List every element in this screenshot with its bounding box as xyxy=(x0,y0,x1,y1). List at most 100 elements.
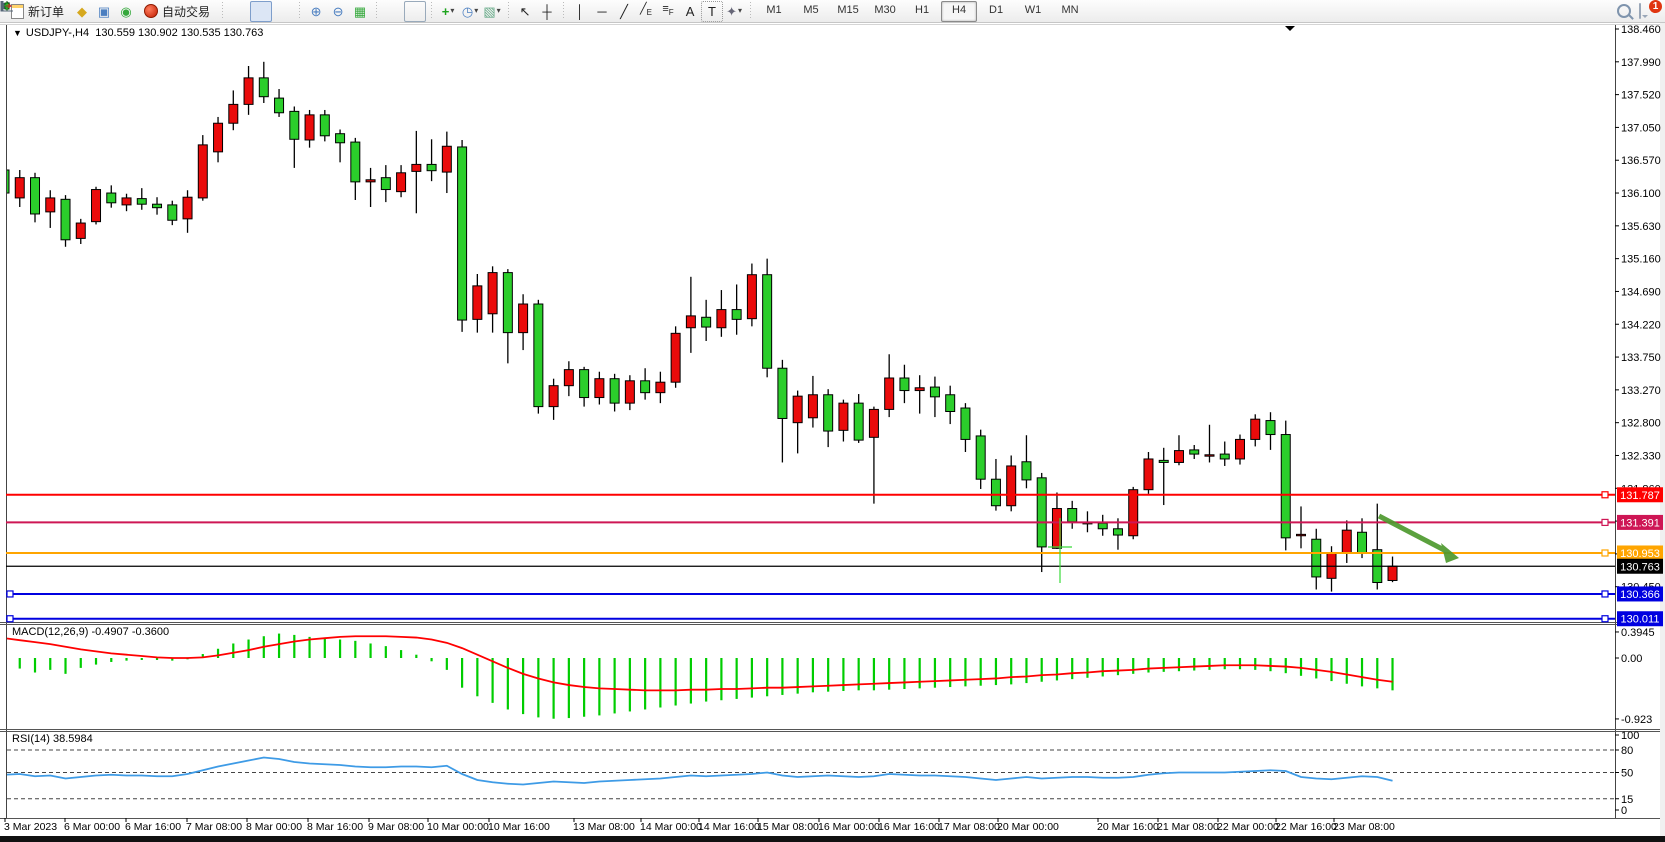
tab-period-W1[interactable]: W1 xyxy=(1015,1,1051,22)
channel-tool-icon[interactable]: ╱E xyxy=(635,1,657,22)
collapse-one-click-icon[interactable]: ▼ xyxy=(13,28,22,38)
svg-text:137.990: 137.990 xyxy=(1621,57,1661,69)
svg-text:130.011: 130.011 xyxy=(1621,614,1660,626)
notifications-icon[interactable]: 1 xyxy=(1639,4,1655,18)
line-handle[interactable] xyxy=(1602,550,1608,556)
tab-period-H1[interactable]: H1 xyxy=(904,1,940,22)
line-chart-mode-icon[interactable] xyxy=(272,1,294,22)
svg-text:132.800: 132.800 xyxy=(1621,418,1661,430)
shapes-tool-icon[interactable]: ✦▾ xyxy=(723,1,745,22)
svg-text:16 Mar 16:00: 16 Mar 16:00 xyxy=(878,821,940,833)
rsi-indicator-label: RSI(14) 38.5984 xyxy=(12,733,93,745)
svg-text:100: 100 xyxy=(1621,730,1639,742)
indicators-icon[interactable]: +▾ xyxy=(437,1,459,22)
svg-text:15: 15 xyxy=(1621,794,1633,806)
svg-text:21 Mar 08:00: 21 Mar 08:00 xyxy=(1157,821,1219,833)
chart-shift-icon[interactable] xyxy=(404,1,426,22)
periods-clock-icon[interactable]: ◷▾ xyxy=(459,1,481,22)
svg-text:138.460: 138.460 xyxy=(1621,24,1661,36)
bar-chart-mode-icon[interactable] xyxy=(228,1,250,22)
new-order-label: 新订单 xyxy=(28,3,64,20)
trendline-tool-icon[interactable]: ╱ xyxy=(613,1,635,22)
svg-text:10 Mar 16:00: 10 Mar 16:00 xyxy=(488,821,550,833)
svg-text:22 Mar 00:00: 22 Mar 00:00 xyxy=(1217,821,1279,833)
macd-indicator-label: MACD(12,26,9) -0.4907 -0.3600 xyxy=(12,626,169,638)
tile-windows-icon[interactable]: ▦ xyxy=(349,1,371,22)
svg-text:131.787: 131.787 xyxy=(1620,490,1660,502)
line-handle[interactable] xyxy=(1602,616,1608,622)
new-order-button[interactable]: 新订单 xyxy=(4,0,71,23)
cursor-icon[interactable]: ↖ xyxy=(514,1,536,22)
line-handle[interactable] xyxy=(1602,519,1608,525)
svg-text:14 Mar 00:00: 14 Mar 00:00 xyxy=(640,821,702,833)
line-handle[interactable] xyxy=(7,591,13,597)
line-handle[interactable] xyxy=(7,616,13,622)
svg-text:131.391: 131.391 xyxy=(1620,517,1660,529)
svg-text:-0.923: -0.923 xyxy=(1621,714,1652,726)
line-handle[interactable] xyxy=(1602,492,1608,498)
autotrade-button[interactable]: 自动交易 xyxy=(137,0,217,23)
text-tool-icon[interactable]: A xyxy=(679,1,701,22)
svg-text:20 Mar 00:00: 20 Mar 00:00 xyxy=(997,821,1059,833)
svg-text:13 Mar 08:00: 13 Mar 08:00 xyxy=(573,821,635,833)
svg-text:80: 80 xyxy=(1621,745,1633,757)
mt4-terminal-window: 新订单 ◆ ▣ ◉ 自动交易 ⊕ ⊖ ▦ +▾ ◷▾ xyxy=(0,0,1665,842)
svg-text:8 Mar 16:00: 8 Mar 16:00 xyxy=(307,821,363,833)
chat-bubble-icon xyxy=(1639,3,1641,19)
svg-text:14 Mar 16:00: 14 Mar 16:00 xyxy=(698,821,760,833)
svg-text:0: 0 xyxy=(1621,805,1627,817)
svg-text:20 Mar 16:00: 20 Mar 16:00 xyxy=(1097,821,1159,833)
svg-text:134.220: 134.220 xyxy=(1621,319,1661,331)
tab-period-MN[interactable]: MN xyxy=(1052,1,1088,22)
toolbar-separator xyxy=(373,2,380,20)
svg-text:10 Mar 00:00: 10 Mar 00:00 xyxy=(427,821,489,833)
vertical-line-tool-icon[interactable]: │ xyxy=(569,1,591,22)
tab-period-M30[interactable]: M30 xyxy=(867,1,903,22)
horizontal-line-tool-icon[interactable]: ─ xyxy=(591,1,613,22)
toolbar-separator xyxy=(428,2,435,20)
tab-period-M15[interactable]: M15 xyxy=(830,1,866,22)
tab-period-M5[interactable]: M5 xyxy=(793,1,829,22)
svg-text:132.330: 132.330 xyxy=(1621,450,1661,462)
toolbar-separator xyxy=(560,2,567,20)
tab-period-D1[interactable]: D1 xyxy=(978,1,1014,22)
auto-scroll-icon[interactable] xyxy=(382,1,404,22)
window-right-edge xyxy=(1660,23,1665,842)
quote-text: USDJPY-,H4 130.559 130.902 130.535 130.7… xyxy=(26,27,264,39)
signals-icon[interactable]: ◉ xyxy=(115,1,137,22)
workspace-icon[interactable]: ◆ xyxy=(71,1,93,22)
label-tool-icon[interactable]: T xyxy=(701,1,723,22)
line-handle[interactable] xyxy=(1602,591,1608,597)
svg-text:17 Mar 08:00: 17 Mar 08:00 xyxy=(938,821,1000,833)
svg-text:3 Mar 2023: 3 Mar 2023 xyxy=(4,821,57,833)
svg-text:9 Mar 08:00: 9 Mar 08:00 xyxy=(368,821,424,833)
candlestick-mode-icon[interactable] xyxy=(250,1,272,22)
svg-text:136.100: 136.100 xyxy=(1621,188,1661,200)
notification-badge: 1 xyxy=(1649,0,1662,13)
svg-text:8 Mar 00:00: 8 Mar 00:00 xyxy=(246,821,302,833)
period-buttons-group: M1M5M15M30H1H4D1W1MN xyxy=(756,1,1088,22)
svg-text:0.00: 0.00 xyxy=(1621,653,1642,665)
autotrade-icon xyxy=(144,4,158,18)
search-icon[interactable] xyxy=(1617,4,1631,18)
svg-text:136.570: 136.570 xyxy=(1621,155,1661,167)
market-watch-icon[interactable]: ▣ xyxy=(93,1,115,22)
svg-text:23 Mar 08:00: 23 Mar 08:00 xyxy=(1333,821,1395,833)
svg-text:50: 50 xyxy=(1621,768,1633,780)
fibonacci-tool-icon[interactable]: ≡F xyxy=(657,1,679,22)
crosshair-icon[interactable]: ┼ xyxy=(536,1,558,22)
svg-text:130.953: 130.953 xyxy=(1620,548,1660,560)
chart-background xyxy=(0,23,1665,842)
window-bottom-edge xyxy=(0,836,1665,842)
tab-period-H4[interactable]: H4 xyxy=(941,1,977,22)
chart-canvas[interactable]: 138.460137.990137.520137.050136.570136.1… xyxy=(0,0,1665,842)
svg-text:133.750: 133.750 xyxy=(1621,352,1661,364)
tab-period-M1[interactable]: M1 xyxy=(756,1,792,22)
svg-text:6 Mar 00:00: 6 Mar 00:00 xyxy=(64,821,120,833)
templates-icon[interactable]: ▧▾ xyxy=(481,1,503,22)
svg-text:134.690: 134.690 xyxy=(1621,286,1661,298)
zoom-out-icon[interactable]: ⊖ xyxy=(327,1,349,22)
svg-text:15 Mar 08:00: 15 Mar 08:00 xyxy=(757,821,819,833)
zoom-in-icon[interactable]: ⊕ xyxy=(305,1,327,22)
toolbar-separator xyxy=(747,2,754,20)
